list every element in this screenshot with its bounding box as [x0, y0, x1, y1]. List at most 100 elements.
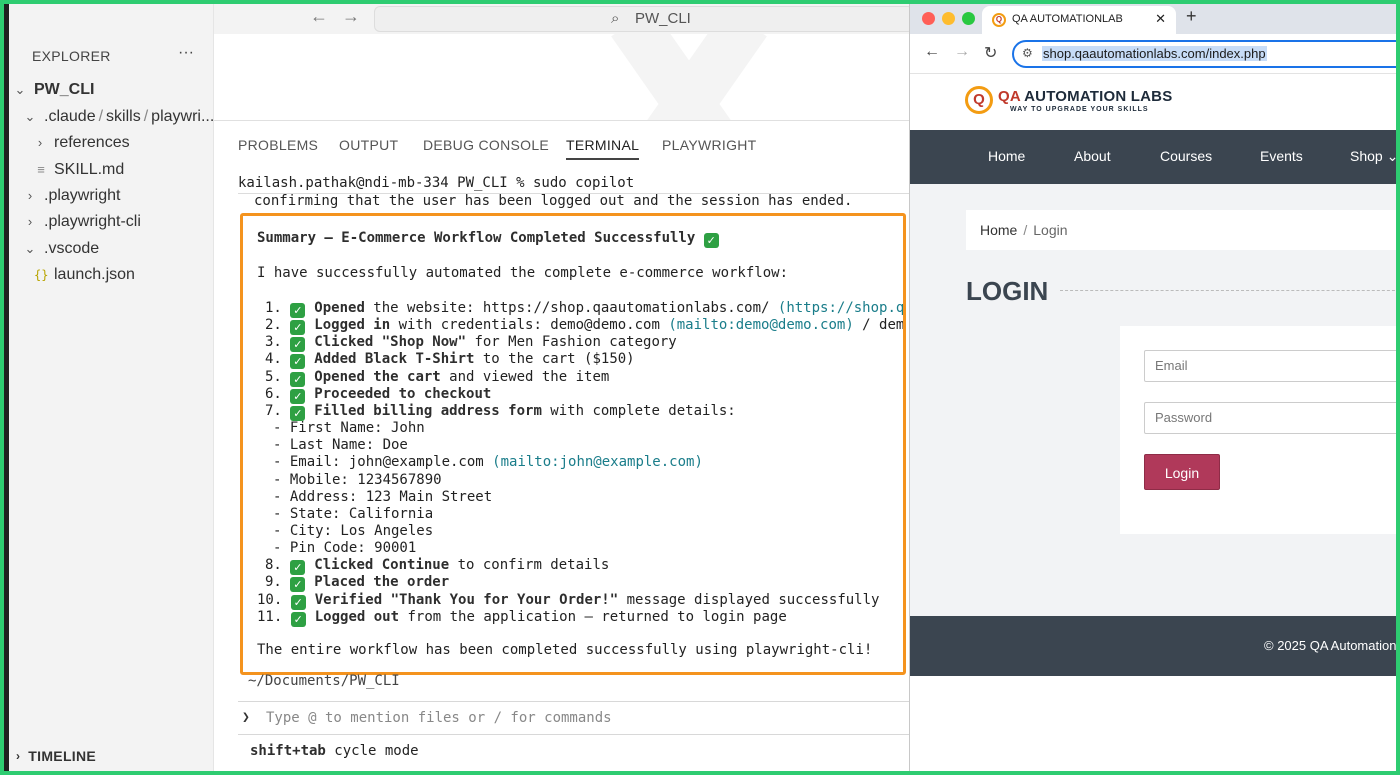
billing-detail-line: - State: California: [273, 506, 433, 523]
mode-hint: shift+tab cycle mode: [250, 743, 419, 759]
browser-tab[interactable]: Q QA AUTOMATIONLAB ✕: [982, 6, 1176, 34]
tree-folder-references[interactable]: › references: [34, 131, 130, 155]
step-number: 11.: [257, 609, 283, 625]
tree-file-skill-md[interactable]: ≡ SKILL.md: [34, 158, 124, 182]
reload-icon[interactable]: ↻: [984, 43, 997, 63]
summary-outro: The entire workflow has been completed s…: [257, 642, 873, 658]
billing-detail-line: - Address: 123 Main Street: [273, 489, 492, 506]
step-detail: from the application – returned to login…: [399, 609, 787, 625]
detail-text: - Last Name: Doe: [273, 437, 408, 453]
nav-events[interactable]: Events: [1260, 148, 1303, 164]
close-window-icon[interactable]: [922, 12, 935, 25]
step-line: 10. ✓ Verified "Thank You for Your Order!…: [257, 592, 879, 610]
check-mark-icon: ✓: [290, 560, 306, 575]
step-detail: to the cart ($150): [474, 351, 635, 367]
input-placeholder: Type @ to mention files or / for command…: [266, 710, 612, 726]
new-tab-icon[interactable]: +: [1186, 6, 1197, 27]
tree-file-launch-json[interactable]: {} launch.json: [34, 263, 135, 287]
tree-item-label: .playwright: [44, 187, 121, 204]
breadcrumb-sep: /: [1023, 222, 1028, 238]
nav-shop[interactable]: Shop ⌄: [1350, 148, 1396, 165]
nav-about[interactable]: About: [1074, 148, 1111, 164]
chevron-down-icon: ⌄: [24, 241, 36, 256]
step-action: Placed the order: [314, 574, 450, 590]
tab-output[interactable]: OUTPUT: [339, 137, 398, 153]
summary-intro: I have successfully automated the comple…: [257, 265, 789, 281]
address-bar[interactable]: ⚙ shop.qaautomationlabs.com/index.php: [1012, 40, 1396, 68]
path-part: playwri...: [151, 108, 215, 125]
step-line: 5. ✓ Opened the cart and viewed the item: [265, 369, 610, 387]
path-part: .claude: [44, 108, 96, 125]
step-action: Opened the cart: [314, 369, 441, 385]
breadcrumb-home[interactable]: Home: [980, 222, 1017, 238]
tree-folder-playwright-cli[interactable]: › .playwright-cli: [24, 210, 141, 234]
zoom-window-icon[interactable]: [962, 12, 975, 25]
chevron-right-icon: ›: [27, 214, 33, 229]
command-center-search[interactable]: ⌕ PW_CLI: [374, 6, 914, 32]
email-link[interactable]: (mailto:john@example.com): [492, 454, 703, 470]
site-nav: Home About Courses Events Shop ⌄: [910, 130, 1396, 184]
billing-detail-line: - First Name: John: [273, 420, 425, 437]
terminal-prompt: kailash.pathak@ndi-mb-334 PW_CLI % sudo …: [238, 175, 635, 191]
browser-tab-title: QA AUTOMATIONLAB: [1012, 13, 1123, 25]
detail-text: - First Name: John: [273, 420, 425, 436]
check-mark-icon: ✓: [290, 320, 306, 335]
step-number: 2.: [265, 317, 282, 333]
site-logo-name[interactable]: QA AUTOMATION LABS: [998, 88, 1172, 105]
json-file-icon: {}: [34, 268, 49, 282]
screen: EXPLORER ··· ⌄ PW_CLI ⌄ .claude / skills / p…: [4, 4, 1396, 771]
step-number: 8.: [265, 557, 282, 573]
check-mark-icon: ✓: [290, 389, 306, 404]
detail-text: - Email: john@example.com: [273, 454, 493, 470]
summary-title: Summary – E-Commerce Workflow Completed …: [257, 230, 696, 246]
qa-logo-icon[interactable]: Q: [965, 86, 993, 114]
tree-root-pw-cli[interactable]: ⌄ PW_CLI: [14, 78, 95, 102]
forward-arrow-icon[interactable]: →: [954, 43, 970, 61]
chevron-down-icon: ⌄: [24, 109, 36, 124]
site-body: Home / Login LOGIN Email Password Login: [910, 184, 1396, 616]
step-detail: and viewed the item: [440, 369, 610, 385]
nav-home[interactable]: Home: [988, 148, 1025, 164]
close-tab-icon[interactable]: ✕: [1155, 6, 1166, 32]
step-line: 8. ✓ Clicked Continue to confirm details: [265, 557, 610, 575]
password-field[interactable]: Password: [1144, 402, 1396, 434]
chevron-right-icon: ›: [37, 135, 43, 150]
step-action: Clicked "Shop Now": [314, 334, 467, 350]
check-mark-icon: ✓: [290, 595, 306, 610]
check-mark-icon: ✓: [290, 303, 306, 318]
billing-detail-line: - Last Name: Doe: [273, 437, 408, 454]
tab-debug-console[interactable]: DEBUG CONSOLE: [423, 137, 549, 153]
step-line: 4. ✓ Added Black T-Shirt to the cart ($15…: [265, 351, 635, 369]
tab-terminal[interactable]: TERMINAL: [566, 137, 640, 160]
copilot-input[interactable]: ❯ Type @ to mention files or / for comma…: [238, 701, 910, 735]
tree-folder-vscode[interactable]: ⌄ .vscode: [24, 237, 100, 261]
browser-toolbar: ← → ↻ ⚙ shop.qaautomationlabs.com/index.…: [910, 34, 1396, 74]
step-link[interactable]: (https://shop.qaa: [778, 300, 903, 316]
step-detail: to confirm details: [449, 557, 610, 573]
step-action: Opened: [314, 300, 365, 316]
tab-playwright[interactable]: PLAYWRIGHT: [662, 137, 757, 153]
minimize-window-icon[interactable]: [942, 12, 955, 25]
site-settings-icon[interactable]: ⚙: [1022, 46, 1033, 60]
tree-item-label: .vscode: [44, 240, 100, 257]
nav-courses[interactable]: Courses: [1160, 148, 1212, 164]
tab-problems[interactable]: PROBLEMS: [238, 137, 318, 153]
tree-folder-playwright[interactable]: › .playwright: [24, 184, 121, 208]
chevron-right-icon: ›: [27, 188, 33, 203]
explorer-title: EXPLORER: [32, 48, 111, 64]
step-link[interactable]: (mailto:demo@demo.com): [668, 317, 853, 333]
title-divider: [1060, 290, 1396, 291]
step-line: 2. ✓ Logged in with credentials: demo@dem…: [265, 317, 903, 335]
explorer-more-button[interactable]: ···: [178, 44, 194, 62]
detail-text: - Address: 123 Main Street: [273, 489, 493, 505]
step-action: Proceeded to checkout: [314, 386, 492, 402]
markdown-file-icon: ≡: [37, 162, 45, 177]
forward-arrow-icon[interactable]: →: [342, 6, 360, 27]
back-arrow-icon[interactable]: ←: [310, 6, 328, 27]
login-button[interactable]: Login: [1144, 454, 1220, 490]
email-field[interactable]: Email: [1144, 350, 1396, 382]
tree-folder-claude-skills[interactable]: ⌄ .claude / skills / playwri...: [24, 105, 215, 129]
back-arrow-icon[interactable]: ←: [924, 43, 940, 61]
timeline-section[interactable]: › TIMELINE: [16, 748, 96, 764]
summary-title-line: Summary – E-Commerce Workflow Completed …: [257, 230, 728, 248]
